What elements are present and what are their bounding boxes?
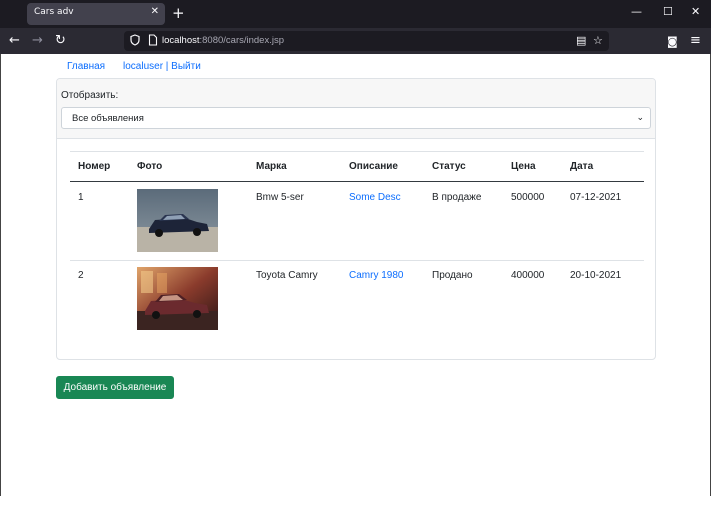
filter-select[interactable]: Все объявления ⌄ [61, 107, 651, 129]
add-ad-button[interactable]: Добавить объявление [56, 376, 174, 399]
browser-toolbar: ← → ↻ localhost:8080/cars/index.jsp ▤ ☆ … [0, 28, 711, 54]
cell-date: 20-10-2021 [570, 270, 622, 281]
cell-status: Продано [432, 270, 473, 281]
cell-brand: Toyota Camry [256, 270, 318, 281]
cell-number: 1 [78, 192, 84, 203]
col-header-number: Номер [78, 161, 111, 172]
bookmark-star-icon[interactable]: ☆ [593, 34, 603, 47]
url-bar[interactable]: localhost:8080/cars/index.jsp ▤ ☆ [124, 31, 609, 51]
row-divider [70, 260, 644, 261]
filter-header: Отобразить: Все объявления ⌄ [57, 79, 655, 139]
pocket-icon[interactable]: ◙ [667, 34, 678, 50]
col-header-date: Дата [570, 161, 594, 172]
col-header-status: Статус [432, 161, 466, 172]
filter-label: Отобразить: [61, 90, 119, 101]
nav-user-logout-link[interactable]: localuser | Выйти [123, 61, 201, 72]
table-header-border [70, 181, 644, 182]
tab-close-icon[interactable]: ✕ [151, 6, 159, 17]
cell-price: 500000 [511, 192, 545, 203]
filter-selected-value: Все объявления [72, 113, 144, 124]
nav-home-link[interactable]: Главная [67, 61, 105, 72]
close-window-icon[interactable]: ✕ [691, 5, 700, 18]
app-menu-icon[interactable]: ≡ [690, 33, 701, 49]
cell-description-link[interactable]: Camry 1980 [349, 270, 403, 281]
cell-number: 2 [78, 270, 84, 281]
minimize-icon[interactable]: — [631, 5, 642, 18]
col-header-price: Цена [511, 161, 536, 172]
new-tab-button[interactable]: + [172, 4, 185, 22]
forward-icon[interactable]: → [32, 33, 43, 49]
reload-icon[interactable]: ↻ [55, 33, 66, 49]
table-top-border [70, 151, 644, 152]
col-header-brand: Марка [256, 161, 287, 172]
url-host: localhost [162, 35, 200, 46]
car-photo-camry [137, 267, 218, 330]
cell-price: 400000 [511, 270, 545, 281]
car-photo-bmw [137, 189, 218, 252]
col-header-photo: Фото [137, 161, 163, 172]
shield-icon[interactable] [130, 34, 140, 46]
reader-view-icon[interactable]: ▤ [576, 34, 586, 47]
browser-tab[interactable]: Cars adv ✕ [27, 3, 165, 25]
cell-date: 07-12-2021 [570, 192, 622, 203]
col-header-description: Описание [349, 161, 398, 172]
cell-brand: Bmw 5-ser [256, 192, 304, 203]
ads-card: Отобразить: Все объявления ⌄ Номер Фото … [56, 78, 656, 360]
cell-description-link[interactable]: Some Desc [349, 192, 401, 203]
maximize-icon[interactable]: ☐ [663, 5, 673, 18]
chevron-down-icon: ⌄ [636, 112, 644, 122]
url-text[interactable]: localhost:8080/cars/index.jsp [162, 35, 284, 46]
page-info-icon[interactable] [148, 34, 158, 46]
browser-tab-strip: Cars adv ✕ + — ☐ ✕ [0, 0, 711, 28]
url-path: :8080/cars/index.jsp [199, 35, 285, 46]
page-bottom-margin [0, 496, 711, 509]
cell-status: В продаже [432, 192, 482, 203]
tab-title: Cars adv [34, 7, 74, 17]
back-icon[interactable]: ← [9, 33, 20, 49]
page-content: Главная localuser | Выйти Отобразить: Вс… [0, 54, 711, 496]
